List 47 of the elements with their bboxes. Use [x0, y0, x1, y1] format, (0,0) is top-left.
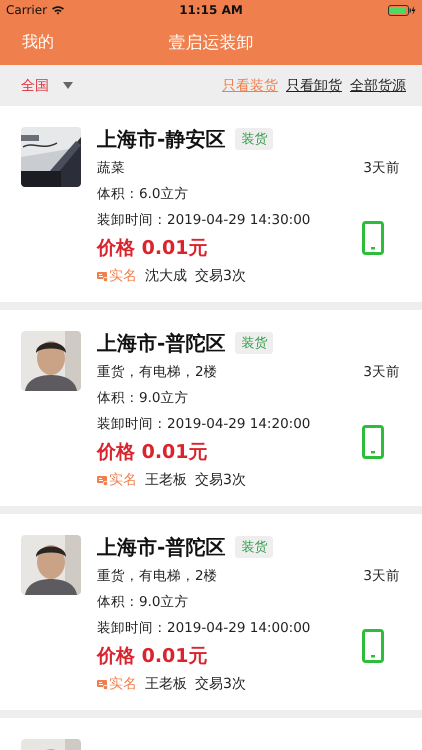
trade-count: 交易3次: [195, 267, 246, 285]
load-tag: 装货: [235, 332, 274, 354]
poster-name: 沈大成: [145, 267, 187, 285]
verified-label: 实名: [109, 471, 137, 489]
verified-label: 实名: [109, 675, 137, 693]
posted-time: 3天前: [363, 159, 400, 178]
phone-icon[interactable]: [362, 629, 384, 663]
cargo-description: 蔬菜: [97, 159, 126, 178]
app-title: 壹启运装卸: [168, 32, 254, 54]
price-text: 价格 0.01元: [97, 440, 208, 465]
trade-count: 交易3次: [195, 675, 246, 693]
time-text: 装卸时间：2019-04-29 14:00:00: [97, 619, 310, 638]
verified-label: 实名: [109, 267, 137, 285]
profile-link[interactable]: 我的: [22, 32, 54, 53]
price-text: 价格 0.01元: [97, 644, 208, 669]
load-tag: 装货: [235, 536, 274, 558]
carrier-label: Carrier: [6, 3, 48, 17]
phone-icon[interactable]: [362, 221, 384, 255]
caret-icon: [63, 82, 73, 89]
time-text: 装卸时间：2019-04-29 14:30:00: [97, 211, 310, 230]
filter-tab[interactable]: 只看卸货: [286, 76, 342, 94]
poster-name: 王老板: [145, 675, 187, 693]
posted-time: 3天前: [363, 363, 400, 382]
id-card-icon: [97, 678, 108, 690]
battery-icon: [388, 4, 416, 16]
id-card-icon: [97, 474, 108, 486]
trade-count: 交易3次: [195, 471, 246, 489]
wifi-icon: [51, 5, 66, 15]
poster-name: 王老板: [145, 471, 187, 489]
phone-icon[interactable]: [362, 425, 384, 459]
volume-text: 体积：9.0立方: [97, 389, 190, 408]
location-title: 上海市-静安区: [97, 126, 226, 152]
volume-text: 体积：9.0立方: [97, 593, 190, 612]
posted-time: 3天前: [363, 567, 400, 586]
filter-tab[interactable]: 只看装货: [222, 76, 278, 94]
region-dropdown[interactable]: 全国: [21, 76, 73, 94]
location-title: 上海市-普陀区: [97, 534, 226, 560]
status-time: 11:15 AM: [179, 3, 243, 17]
cargo-description: 重货，有电梯，2楼: [97, 363, 219, 382]
time-text: 装卸时间：2019-04-29 14:20:00: [97, 415, 310, 434]
filter-tab[interactable]: 全部货源: [350, 76, 406, 94]
location-title: 上海市-普陀区: [97, 330, 226, 356]
volume-text: 体积：6.0立方: [97, 185, 190, 204]
id-card-icon: [97, 270, 108, 282]
cargo-description: 重货，有电梯，2楼: [97, 567, 219, 586]
load-tag: 装货: [235, 128, 274, 150]
price-text: 价格 0.01元: [97, 236, 208, 261]
